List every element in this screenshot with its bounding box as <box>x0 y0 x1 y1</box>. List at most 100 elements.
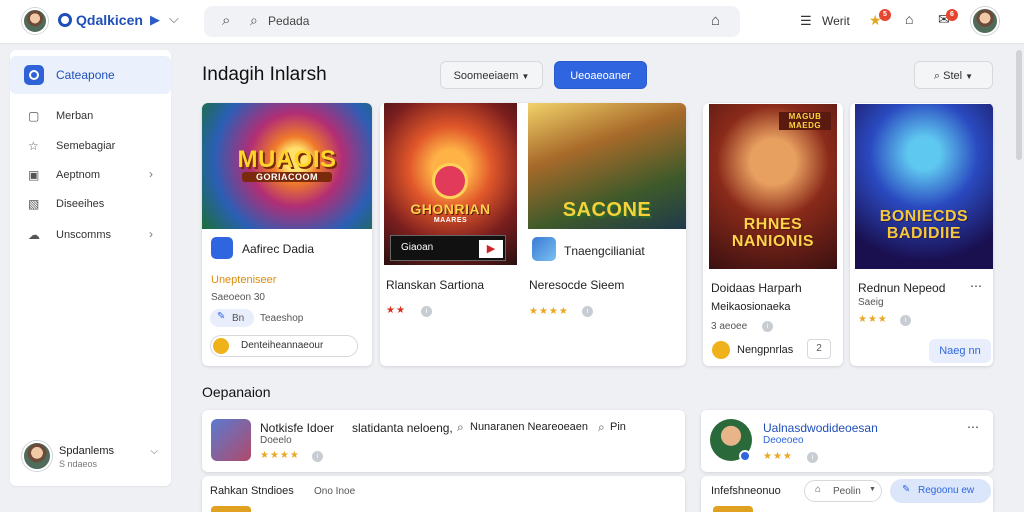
profile-avatar[interactable] <box>22 8 48 34</box>
sidebar-item-3[interactable]: ▣ Aeptnom › <box>10 164 171 188</box>
document-icon: ▢ <box>28 109 40 123</box>
game-card[interactable]: MAGUB MAEDG RHNES NANIONIS Doidaas Harpa… <box>703 103 843 366</box>
thumbnail-title: RHNES NANIONIS <box>731 216 815 250</box>
user-avatar[interactable] <box>971 7 999 35</box>
page-title: Indagih Inlarsh <box>202 64 327 85</box>
game-thumbnail[interactable]: MAGUB MAEDG RHNES NANIONIS <box>709 104 837 269</box>
sidebar-user-avatar <box>22 441 52 471</box>
video-banner[interactable]: Giaoan ▶ <box>390 235 506 261</box>
game-card[interactable]: GHONRIAN MAARES Giaoan ▶ Rlanskan Sartio… <box>380 103 686 366</box>
sidebar-item-label: Semebagiar <box>56 140 116 152</box>
filter-label: Stel <box>943 70 963 82</box>
app-icon <box>211 237 233 259</box>
thumbnail-title: GHONRIAN <box>410 201 491 217</box>
filter-dropdown[interactable]: ⌕ Stel ▼ <box>914 61 993 89</box>
rating-stars: ★★★★ <box>529 306 569 317</box>
list-item[interactable]: Ualnasdwodideoesan ⋯ Deoeoeo ★★★ i <box>701 410 993 472</box>
info-icon[interactable]: i <box>900 315 911 326</box>
info-icon[interactable]: i <box>582 306 593 317</box>
sidebar-item-2[interactable]: ☆ Semebagiar <box>10 135 171 159</box>
thumbnail-top: MAGUB MAEDG <box>779 112 831 130</box>
more-icon[interactable]: ⋯ <box>970 279 982 293</box>
message-badge: 6 <box>946 9 958 21</box>
brand-logo-icon <box>58 13 72 27</box>
list-item[interactable]: Rahkan Stndioes Ono Inoe <box>202 476 685 512</box>
game-card[interactable]: MUAOIS GORIACOOM Aafirec Dadia Uneptenis… <box>202 103 372 366</box>
app-brand[interactable]: Qdalkicen <box>58 12 143 28</box>
card-title: Aafirec Dadia <box>242 242 315 256</box>
sidebar-user[interactable]: Spdanlems S ndaeos ⌵ <box>22 440 162 474</box>
card-meta: 3 aeoee <box>711 321 748 332</box>
info-icon[interactable]: i <box>807 452 818 463</box>
sidebar: Cateapone ▢ Merban ☆ Semebagiar ▣ Aeptno… <box>10 50 171 486</box>
item-sub: Doeelo <box>260 435 292 446</box>
game-thumbnail[interactable]: SACONE <box>528 103 686 229</box>
card-title: Rednun Nepeod <box>858 281 946 295</box>
item-detail: slatidanta neloeng, <box>352 421 453 435</box>
chip-text: Teaeshop <box>260 313 304 324</box>
verified-icon <box>739 450 751 462</box>
search-bar[interactable]: ⌕ ⌕ Pedada ⌂ <box>204 6 740 37</box>
chip-label: Bn <box>232 313 245 324</box>
info-icon[interactable]: i <box>421 306 432 317</box>
search-icon: ⌕ <box>933 70 941 82</box>
card-button[interactable]: Naeg nn <box>929 339 991 363</box>
item-select[interactable]: ⌂ Peolin ▼ <box>804 480 882 502</box>
card-highlight: Unepteniseer <box>211 274 277 286</box>
item-thumbnail <box>211 506 251 512</box>
action-label: Denteiheannaeour <box>241 340 324 351</box>
info-icon[interactable]: i <box>762 321 773 332</box>
thumbnail-title: MUAOIS <box>237 146 337 173</box>
item-button[interactable]: ✎ Regoonu ew <box>890 479 991 503</box>
search-icon: ⌕ <box>222 12 231 29</box>
cloud-icon: ☁ <box>28 228 40 242</box>
search-input[interactable]: Pedada <box>268 14 309 28</box>
sidebar-item-active[interactable]: Cateapone <box>10 56 171 94</box>
scrollbar[interactable] <box>1016 50 1022 160</box>
primary-button[interactable]: Ueoaeoaner <box>554 61 647 89</box>
coin-icon <box>712 341 730 359</box>
card-action[interactable]: Denteiheannaeour <box>210 335 358 357</box>
sidebar-item-5[interactable]: ☁ Unscomms › <box>10 224 171 248</box>
category-icon <box>24 65 44 85</box>
tag-icon: ▣ <box>28 168 40 182</box>
search-icon: ⌕ <box>598 420 605 434</box>
chevron-down-icon: ⌵ <box>150 446 158 457</box>
chevron-right-icon[interactable]: ▶ <box>150 12 160 28</box>
action-count[interactable]: 2 <box>807 339 831 359</box>
card-title: Rlanskan Sartiona <box>386 278 485 292</box>
menu-icon[interactable]: ☰ <box>800 13 812 29</box>
card-subtitle: Neresocde Sieem <box>529 278 625 292</box>
sidebar-item-label: Diseeihes <box>56 198 105 210</box>
action-label[interactable]: Nengpnrlas <box>737 344 793 356</box>
card-chip[interactable]: ✎ Bn <box>210 309 254 327</box>
game-card[interactable]: BONIECDS BADIDIIE Rednun Nepeod ⋯ Saeig … <box>850 103 993 366</box>
sidebar-item-label: Aeptnom <box>56 169 101 181</box>
camera-icon[interactable]: ⌂ <box>711 12 720 29</box>
card-title: Tnaengcilianiat <box>564 244 645 258</box>
app-title: Qdalkicen <box>76 12 143 28</box>
item-title: Notkisfe Idoer <box>260 421 335 435</box>
image-icon: ▧ <box>28 197 40 211</box>
sidebar-user-sub: S ndaeos <box>59 459 98 469</box>
game-thumbnail[interactable]: BONIECDS BADIDIIE <box>855 104 993 269</box>
menu-label[interactable]: Werit <box>822 14 850 28</box>
lock-icon: ⌂ <box>815 484 822 495</box>
card-subtitle: Saeig <box>858 297 884 308</box>
game-thumbnail[interactable]: MUAOIS GORIACOOM <box>202 103 372 229</box>
item-title: Ualnasdwodideoesan <box>763 421 878 435</box>
play-icon: ▶ <box>479 240 503 258</box>
chevron-down-icon[interactable]: ⌵ <box>169 11 179 27</box>
sidebar-item-1[interactable]: ▢ Merban <box>10 105 171 129</box>
chevron-right-icon: › <box>149 167 153 181</box>
rating-stars: ★★ <box>386 305 406 316</box>
list-item[interactable]: Notkisfe Idoer slatidanta neloeng, ⌕ Nun… <box>202 410 685 472</box>
list-item[interactable]: Infefshneonuo ⌂ Peolin ▼ ✎ Regoonu ew <box>701 476 993 512</box>
sidebar-item-4[interactable]: ▧ Diseeihes <box>10 193 171 217</box>
emblem-icon <box>432 163 468 199</box>
sort-dropdown[interactable]: Soomeeiaem ▼ <box>440 61 543 89</box>
more-icon[interactable]: ⋯ <box>967 420 979 434</box>
sidebar-item-label: Unscomms <box>56 229 112 241</box>
info-icon[interactable]: i <box>312 451 323 462</box>
bell-icon[interactable]: ⌂ <box>905 11 913 27</box>
